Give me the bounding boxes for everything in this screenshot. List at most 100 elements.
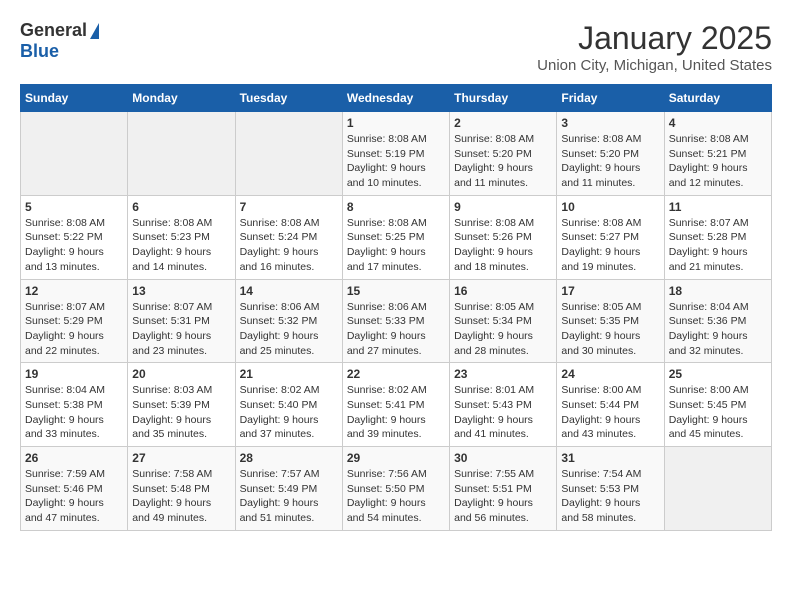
daylight-text: Daylight: 9 hours and 54 minutes. bbox=[347, 497, 426, 524]
day-info: Sunrise: 8:01 AM Sunset: 5:43 PM Dayligh… bbox=[454, 383, 552, 442]
sunset-text: Sunset: 5:53 PM bbox=[561, 483, 639, 495]
daylight-text: Daylight: 9 hours and 51 minutes. bbox=[240, 497, 319, 524]
daylight-text: Daylight: 9 hours and 41 minutes. bbox=[454, 414, 533, 441]
sunrise-text: Sunrise: 8:06 AM bbox=[240, 301, 320, 313]
calendar-cell: 20 Sunrise: 8:03 AM Sunset: 5:39 PM Dayl… bbox=[128, 363, 235, 447]
day-info: Sunrise: 8:07 AM Sunset: 5:28 PM Dayligh… bbox=[669, 216, 767, 275]
daylight-text: Daylight: 9 hours and 13 minutes. bbox=[25, 246, 104, 273]
sunrise-text: Sunrise: 7:58 AM bbox=[132, 468, 212, 480]
day-number: 4 bbox=[669, 116, 767, 130]
day-info: Sunrise: 8:08 AM Sunset: 5:20 PM Dayligh… bbox=[454, 132, 552, 191]
daylight-text: Daylight: 9 hours and 19 minutes. bbox=[561, 246, 640, 273]
calendar-cell: 28 Sunrise: 7:57 AM Sunset: 5:49 PM Dayl… bbox=[235, 447, 342, 531]
day-info: Sunrise: 7:55 AM Sunset: 5:51 PM Dayligh… bbox=[454, 467, 552, 526]
sunset-text: Sunset: 5:26 PM bbox=[454, 231, 532, 243]
daylight-text: Daylight: 9 hours and 27 minutes. bbox=[347, 330, 426, 357]
day-info: Sunrise: 8:08 AM Sunset: 5:22 PM Dayligh… bbox=[25, 216, 123, 275]
day-info: Sunrise: 7:57 AM Sunset: 5:49 PM Dayligh… bbox=[240, 467, 338, 526]
calendar-cell: 31 Sunrise: 7:54 AM Sunset: 5:53 PM Dayl… bbox=[557, 447, 664, 531]
sunrise-text: Sunrise: 8:04 AM bbox=[669, 301, 749, 313]
calendar-table: SundayMondayTuesdayWednesdayThursdayFrid… bbox=[20, 84, 772, 531]
sunrise-text: Sunrise: 8:08 AM bbox=[669, 133, 749, 145]
day-info: Sunrise: 8:08 AM Sunset: 5:23 PM Dayligh… bbox=[132, 216, 230, 275]
day-info: Sunrise: 8:08 AM Sunset: 5:27 PM Dayligh… bbox=[561, 216, 659, 275]
daylight-text: Daylight: 9 hours and 58 minutes. bbox=[561, 497, 640, 524]
daylight-text: Daylight: 9 hours and 22 minutes. bbox=[25, 330, 104, 357]
logo-blue-text: Blue bbox=[20, 41, 59, 62]
calendar-cell: 17 Sunrise: 8:05 AM Sunset: 5:35 PM Dayl… bbox=[557, 279, 664, 363]
day-number: 8 bbox=[347, 200, 445, 214]
sunset-text: Sunset: 5:20 PM bbox=[561, 148, 639, 160]
day-info: Sunrise: 8:04 AM Sunset: 5:38 PM Dayligh… bbox=[25, 383, 123, 442]
day-number: 26 bbox=[25, 451, 123, 465]
day-info: Sunrise: 8:08 AM Sunset: 5:26 PM Dayligh… bbox=[454, 216, 552, 275]
sunrise-text: Sunrise: 8:07 AM bbox=[25, 301, 105, 313]
day-number: 25 bbox=[669, 367, 767, 381]
day-info: Sunrise: 8:04 AM Sunset: 5:36 PM Dayligh… bbox=[669, 300, 767, 359]
daylight-text: Daylight: 9 hours and 33 minutes. bbox=[25, 414, 104, 441]
daylight-text: Daylight: 9 hours and 18 minutes. bbox=[454, 246, 533, 273]
calendar-cell bbox=[664, 447, 771, 531]
calendar-week-row: 19 Sunrise: 8:04 AM Sunset: 5:38 PM Dayl… bbox=[21, 363, 772, 447]
sunset-text: Sunset: 5:48 PM bbox=[132, 483, 210, 495]
logo-general-text: General bbox=[20, 20, 87, 41]
day-info: Sunrise: 8:07 AM Sunset: 5:29 PM Dayligh… bbox=[25, 300, 123, 359]
calendar-cell: 23 Sunrise: 8:01 AM Sunset: 5:43 PM Dayl… bbox=[450, 363, 557, 447]
daylight-text: Daylight: 9 hours and 39 minutes. bbox=[347, 414, 426, 441]
day-number: 5 bbox=[25, 200, 123, 214]
sunset-text: Sunset: 5:46 PM bbox=[25, 483, 103, 495]
day-number: 19 bbox=[25, 367, 123, 381]
day-info: Sunrise: 7:54 AM Sunset: 5:53 PM Dayligh… bbox=[561, 467, 659, 526]
sunrise-text: Sunrise: 8:02 AM bbox=[240, 384, 320, 396]
sunrise-text: Sunrise: 8:05 AM bbox=[454, 301, 534, 313]
day-number: 1 bbox=[347, 116, 445, 130]
daylight-text: Daylight: 9 hours and 28 minutes. bbox=[454, 330, 533, 357]
sunrise-text: Sunrise: 7:56 AM bbox=[347, 468, 427, 480]
calendar-cell: 30 Sunrise: 7:55 AM Sunset: 5:51 PM Dayl… bbox=[450, 447, 557, 531]
sunset-text: Sunset: 5:40 PM bbox=[240, 399, 318, 411]
page-header: General Blue January 2025 Union City, Mi… bbox=[20, 20, 772, 74]
calendar-cell: 24 Sunrise: 8:00 AM Sunset: 5:44 PM Dayl… bbox=[557, 363, 664, 447]
calendar-cell: 18 Sunrise: 8:04 AM Sunset: 5:36 PM Dayl… bbox=[664, 279, 771, 363]
calendar-cell: 14 Sunrise: 8:06 AM Sunset: 5:32 PM Dayl… bbox=[235, 279, 342, 363]
day-info: Sunrise: 8:08 AM Sunset: 5:19 PM Dayligh… bbox=[347, 132, 445, 191]
day-number: 30 bbox=[454, 451, 552, 465]
sunset-text: Sunset: 5:28 PM bbox=[669, 231, 747, 243]
daylight-text: Daylight: 9 hours and 17 minutes. bbox=[347, 246, 426, 273]
daylight-text: Daylight: 9 hours and 56 minutes. bbox=[454, 497, 533, 524]
logo-triangle-icon bbox=[90, 23, 99, 39]
calendar-week-row: 5 Sunrise: 8:08 AM Sunset: 5:22 PM Dayli… bbox=[21, 195, 772, 279]
sunrise-text: Sunrise: 7:55 AM bbox=[454, 468, 534, 480]
daylight-text: Daylight: 9 hours and 23 minutes. bbox=[132, 330, 211, 357]
sunset-text: Sunset: 5:33 PM bbox=[347, 315, 425, 327]
day-number: 12 bbox=[25, 284, 123, 298]
sunset-text: Sunset: 5:41 PM bbox=[347, 399, 425, 411]
calendar-cell: 12 Sunrise: 8:07 AM Sunset: 5:29 PM Dayl… bbox=[21, 279, 128, 363]
day-number: 21 bbox=[240, 367, 338, 381]
sunrise-text: Sunrise: 8:07 AM bbox=[669, 217, 749, 229]
day-number: 13 bbox=[132, 284, 230, 298]
day-info: Sunrise: 8:08 AM Sunset: 5:24 PM Dayligh… bbox=[240, 216, 338, 275]
daylight-text: Daylight: 9 hours and 21 minutes. bbox=[669, 246, 748, 273]
day-header-friday: Friday bbox=[557, 85, 664, 112]
day-info: Sunrise: 8:00 AM Sunset: 5:44 PM Dayligh… bbox=[561, 383, 659, 442]
day-number: 31 bbox=[561, 451, 659, 465]
sunset-text: Sunset: 5:38 PM bbox=[25, 399, 103, 411]
calendar-cell: 21 Sunrise: 8:02 AM Sunset: 5:40 PM Dayl… bbox=[235, 363, 342, 447]
calendar-cell: 7 Sunrise: 8:08 AM Sunset: 5:24 PM Dayli… bbox=[235, 195, 342, 279]
calendar-cell: 8 Sunrise: 8:08 AM Sunset: 5:25 PM Dayli… bbox=[342, 195, 449, 279]
sunrise-text: Sunrise: 8:08 AM bbox=[561, 217, 641, 229]
daylight-text: Daylight: 9 hours and 10 minutes. bbox=[347, 162, 426, 189]
calendar-cell: 15 Sunrise: 8:06 AM Sunset: 5:33 PM Dayl… bbox=[342, 279, 449, 363]
sunrise-text: Sunrise: 8:08 AM bbox=[454, 133, 534, 145]
day-number: 14 bbox=[240, 284, 338, 298]
day-info: Sunrise: 8:06 AM Sunset: 5:33 PM Dayligh… bbox=[347, 300, 445, 359]
calendar-cell: 10 Sunrise: 8:08 AM Sunset: 5:27 PM Dayl… bbox=[557, 195, 664, 279]
day-header-saturday: Saturday bbox=[664, 85, 771, 112]
daylight-text: Daylight: 9 hours and 30 minutes. bbox=[561, 330, 640, 357]
sunset-text: Sunset: 5:50 PM bbox=[347, 483, 425, 495]
sunset-text: Sunset: 5:29 PM bbox=[25, 315, 103, 327]
calendar-cell: 25 Sunrise: 8:00 AM Sunset: 5:45 PM Dayl… bbox=[664, 363, 771, 447]
sunset-text: Sunset: 5:34 PM bbox=[454, 315, 532, 327]
day-number: 20 bbox=[132, 367, 230, 381]
